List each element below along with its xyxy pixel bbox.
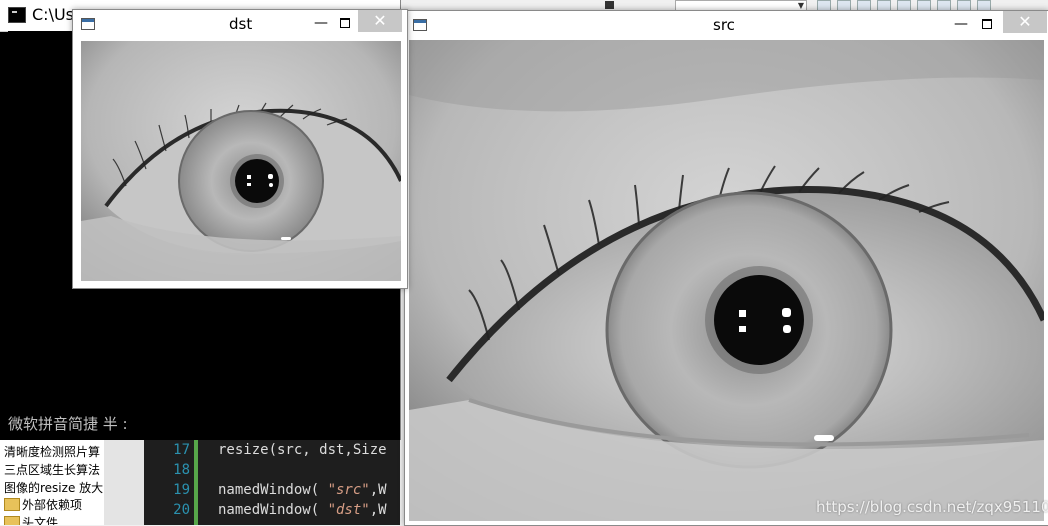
eye-image-small [81, 41, 401, 281]
folder-icon [4, 516, 20, 525]
watermark-text: https://blog.csdn.net/zqx951102 [816, 498, 1048, 516]
src-titlebar[interactable]: src — ✕ [405, 11, 1048, 39]
eye-image-large [409, 40, 1044, 521]
line-number: 17 [173, 442, 190, 458]
string-literal: "dst" [327, 502, 370, 518]
window-app-icon [413, 19, 427, 31]
close-button[interactable]: ✕ [358, 10, 402, 32]
editor-margin [104, 440, 144, 525]
code-text: ,W [369, 502, 387, 518]
dst-window[interactable]: dst — ✕ [72, 9, 408, 289]
code-editor[interactable]: 17 resize(src, dst,Size 18 19 namedWindo… [144, 440, 400, 525]
maximize-button[interactable] [975, 15, 999, 33]
change-indicator-bar [194, 440, 198, 525]
ime-status-text: 微软拼音简捷 半 : [8, 415, 128, 433]
dst-window-title: dst [229, 15, 253, 33]
line-number: 19 [173, 482, 190, 498]
tree-item[interactable]: 三点区域生长算法 [4, 461, 100, 478]
window-app-icon [81, 18, 95, 30]
code-text: namedWindow( [218, 482, 328, 498]
tree-item[interactable]: 清晰度检测照片算 [4, 443, 100, 460]
folder-icon [4, 498, 20, 511]
dst-titlebar[interactable]: dst — ✕ [73, 10, 407, 38]
maximize-button[interactable] [333, 14, 357, 32]
code-line[interactable]: resize(src, dst,Size [218, 442, 387, 458]
tree-item[interactable]: 图像的resize 放大 [4, 479, 103, 496]
line-number: 20 [173, 502, 190, 518]
src-window-title: src [713, 16, 735, 34]
toolbar-icon[interactable] [605, 1, 614, 9]
code-line[interactable]: namedWindow( "src",W [218, 482, 387, 498]
minimize-button[interactable]: — [949, 15, 973, 33]
src-image [409, 40, 1044, 521]
close-button[interactable]: ✕ [1003, 11, 1047, 33]
console-icon [8, 7, 26, 23]
solution-explorer: 清晰度检测照片算 三点区域生长算法 图像的resize 放大 外部依赖项 头文件 [0, 440, 105, 525]
dst-image [81, 41, 401, 281]
chevron-down-icon: ▼ [797, 1, 804, 10]
line-number: 18 [173, 462, 190, 478]
src-window[interactable]: src — ✕ https://blog.csdn.net/zqx951102 [404, 10, 1048, 526]
tree-folder-headers[interactable]: 头文件 [22, 514, 58, 525]
code-line[interactable]: namedWindow( "dst",W [218, 502, 387, 518]
string-literal: "src" [327, 482, 370, 498]
code-text: namedWindow( [218, 502, 328, 518]
minimize-button[interactable]: — [309, 14, 333, 32]
tree-folder-external-deps[interactable]: 外部依赖项 [22, 496, 82, 513]
code-text: ,W [369, 482, 387, 498]
